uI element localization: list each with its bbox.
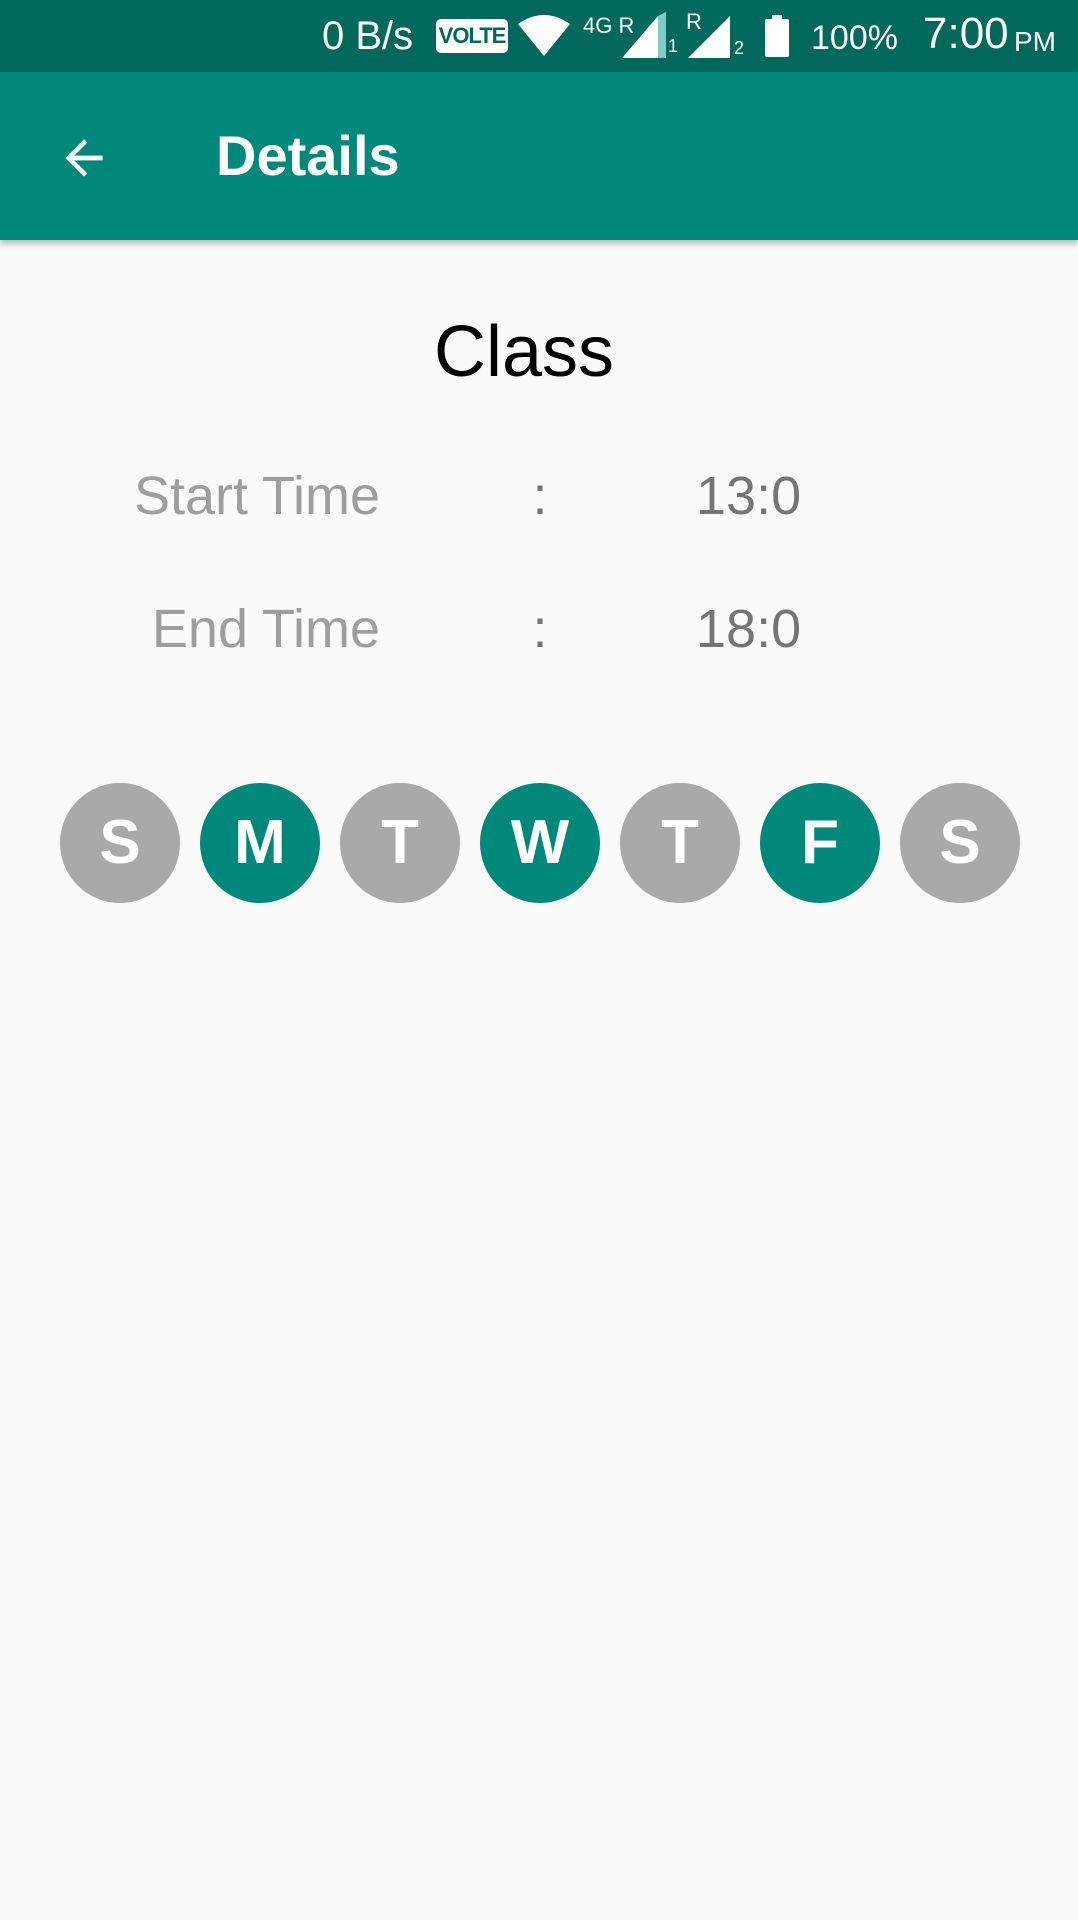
sim2-label: 2: [734, 38, 745, 58]
toolbar-title: Details: [216, 124, 400, 187]
end-time-separator: :: [532, 599, 548, 659]
day-wednesday[interactable]: W: [480, 783, 600, 903]
network-speed: 0 B/s: [322, 14, 414, 58]
end-time-label: End Time: [151, 599, 380, 659]
app-bar: Details: [0, 72, 1078, 240]
clock-time: 7:00: [923, 9, 1009, 58]
start-time-value: 13:0: [696, 466, 802, 526]
back-button[interactable]: [44, 118, 124, 198]
sim1-label: 1: [668, 36, 679, 56]
wifi-icon: [516, 14, 572, 63]
day-thursday[interactable]: T: [620, 783, 740, 903]
volte-badge: VOLTE: [436, 19, 508, 53]
day-sunday[interactable]: S: [60, 783, 180, 903]
weekday-selector: S M T W T F S: [60, 783, 1020, 903]
arrow-back-icon: [65, 139, 103, 177]
clock-ampm: PM: [1014, 26, 1056, 57]
day-saturday[interactable]: S: [900, 783, 1020, 903]
battery-percent: 100%: [811, 19, 898, 57]
class-name-title: Class: [433, 312, 615, 392]
status-bar: 0 B/s VOLTE 4G R 1 R 2 100% 7:00 PM: [0, 0, 1078, 72]
screen: 0 B/s VOLTE 4G R 1 R 2 100% 7:00 PM Deta…: [0, 0, 1078, 1920]
day-monday[interactable]: M: [200, 783, 320, 903]
start-time-label: Start Time: [133, 466, 380, 526]
signal-sim2-icon: [684, 12, 734, 67]
day-tuesday[interactable]: T: [340, 783, 460, 903]
start-time-separator: :: [532, 466, 548, 526]
day-friday[interactable]: F: [760, 783, 880, 903]
end-time-value: 18:0: [696, 599, 802, 659]
battery-icon: [764, 15, 790, 62]
